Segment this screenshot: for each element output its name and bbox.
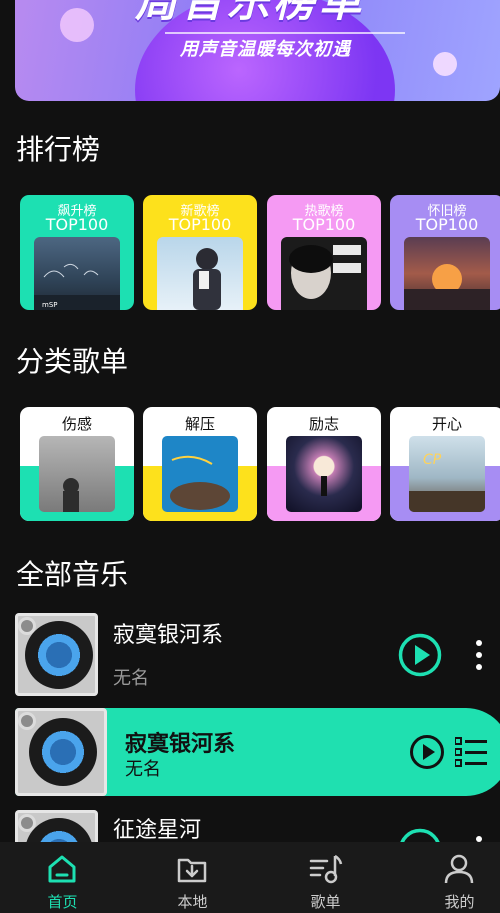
cover-frame [15,708,107,796]
rank-card-cover: mSP [34,237,120,310]
banner-title: 周音乐榜单 [135,0,366,26]
category-card-relax[interactable]: 解压 [143,407,257,521]
rank-card-cover [281,237,367,310]
category-card-cover [286,436,362,512]
playlist-icon [309,854,343,884]
top-banner[interactable]: 周音乐榜单 用声音温暖每次初遇 [15,0,500,101]
banner-subtitle: 用声音温暖每次初遇 [180,39,351,60]
category-card-sad[interactable]: 伤感 [20,407,134,521]
tab-local[interactable]: 本地 [130,842,255,913]
song-title: 寂寞银河系 [113,623,224,648]
playlist-queue-icon[interactable] [455,737,489,767]
banner-decoration [433,52,457,76]
rank-card-new[interactable]: 新歌榜 TOP100 [143,195,257,310]
tab-playlist[interactable]: 歌单 [263,842,388,913]
tab-label: 本地 [177,893,208,911]
section-title-all-music: 全部音乐 [16,558,129,591]
song-title: 寂寞银河系 [125,732,236,757]
song-artist: 无名 [113,668,149,689]
rank-card-soaring[interactable]: 飙升榜 TOP100 mSP [20,195,134,310]
song-cover [15,708,107,796]
rank-card-cover [157,237,243,310]
rank-card-hot[interactable]: 热歌榜 TOP100 [267,195,381,310]
category-card-label: 解压 [184,415,215,433]
tab-mine[interactable]: 我的 [397,842,500,913]
tab-home[interactable]: 首页 [0,842,125,913]
play-circle-icon[interactable] [409,734,445,770]
section-title-rankings: 排行榜 [16,133,101,166]
banner-decoration [60,8,94,42]
rank-card-top: TOP100 [292,215,356,234]
song-artist: 无名 [125,759,161,780]
tab-label: 我的 [444,893,475,911]
category-card-label: 励志 [308,415,339,433]
category-card-inspire[interactable]: 励志 [267,407,381,521]
category-card-cover: CP [409,436,485,512]
svg-text:CP: CP [423,452,442,468]
user-icon [444,854,474,884]
category-card-label: 开心 [431,415,462,433]
rank-card-top: TOP100 [415,215,479,234]
rank-card-nostalgic[interactable]: 怀旧榜 TOP100 [390,195,500,310]
category-card-label: 伤感 [61,415,92,433]
download-folder-icon [177,858,207,883]
rank-card-cover [404,237,490,310]
bottom-tab-bar: 首页 本地 歌单 我的 [0,842,500,913]
category-card-cover [39,436,115,512]
home-icon [48,855,76,883]
play-circle-icon[interactable] [398,633,442,677]
category-card-happy[interactable]: 开心 CP [390,407,500,521]
cover-frame [15,613,98,696]
section-title-categories: 分类歌单 [16,345,129,378]
category-card-cover [162,436,238,512]
rank-card-top: TOP100 [168,215,232,234]
song-title: 征途星河 [113,818,202,843]
tab-label: 首页 [47,893,78,911]
song-cover [15,613,98,696]
svg-text:mSP: mSP [42,301,57,309]
more-icon[interactable] [474,638,484,672]
banner-divider [165,32,405,34]
rank-card-top: TOP100 [45,215,109,234]
tab-label: 歌单 [310,893,341,911]
